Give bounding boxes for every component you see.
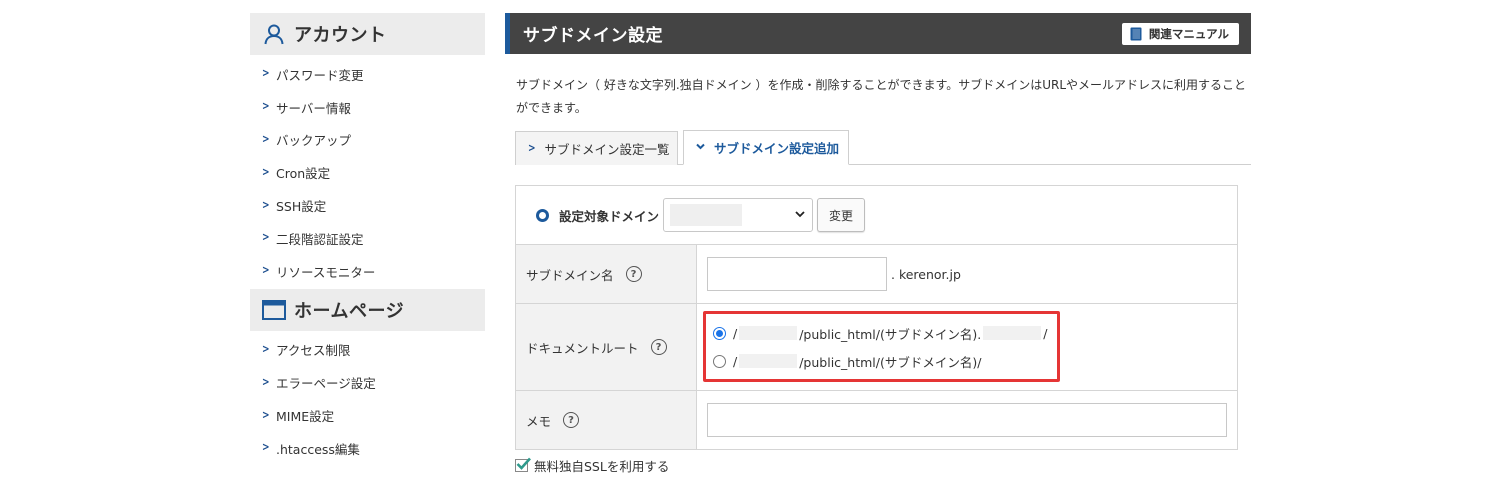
- bullet-icon: [536, 208, 549, 222]
- sidebar-item-label: アクセス制限: [276, 343, 351, 359]
- memo-label: メモ: [526, 413, 552, 429]
- subdomain-row: サブドメイン名 ? . kerenor.jp: [516, 245, 1237, 304]
- sidebar-item-label: エラーページ設定: [276, 376, 376, 392]
- memo-input[interactable]: [707, 403, 1227, 437]
- chevron-down-icon: [795, 208, 805, 218]
- sidebar-item-label: パスワード変更: [276, 67, 364, 83]
- ssl-label: 無料独自SSLを利用する: [534, 459, 670, 474]
- docroot-suffix: /: [1043, 325, 1048, 341]
- account-section-title: アカウント: [294, 25, 387, 46]
- main-content: サブドメイン設定 関連マニュアル サブドメイン（ 好きな文字列.独自ドメイン ）…: [505, 13, 1251, 450]
- chevron-right-icon: >: [262, 343, 270, 357]
- docroot-path: /public_html/(サブドメイン名).: [799, 326, 982, 342]
- sidebar-item-2fa[interactable]: > 二段階認証設定: [250, 222, 485, 255]
- tab-subdomain-list[interactable]: > サブドメイン設定一覧: [515, 131, 678, 165]
- memo-header: メモ ?: [516, 391, 697, 449]
- chevron-right-icon: >: [262, 199, 270, 213]
- domain-suffix: . kerenor.jp: [891, 266, 961, 282]
- docroot-radio-1[interactable]: [713, 326, 726, 340]
- chevron-right-icon: >: [262, 409, 270, 423]
- docroot-option-2[interactable]: / /public_html/(サブドメイン名)/: [713, 347, 981, 375]
- redacted-domain: [670, 204, 743, 226]
- sidebar-item-access-restriction[interactable]: > アクセス制限: [250, 334, 485, 367]
- docroot-prefix: /: [733, 353, 738, 369]
- tab-label: サブドメイン設定一覧: [544, 142, 670, 157]
- chevron-right-icon: >: [262, 100, 270, 114]
- account-section-header: アカウント: [250, 13, 485, 55]
- subdomain-input[interactable]: [707, 257, 887, 291]
- page-title: サブドメイン設定: [523, 26, 663, 46]
- chevron-down-icon: [696, 143, 705, 153]
- book-icon: [1130, 27, 1142, 41]
- sidebar-item-password[interactable]: > パスワード変更: [250, 58, 485, 91]
- chevron-right-icon: >: [262, 166, 270, 180]
- browser-window-icon: [262, 298, 286, 322]
- memo-cell: [697, 391, 1237, 449]
- tab-bar: > サブドメイン設定一覧 サブドメイン設定追加: [515, 130, 1251, 165]
- sidebar-item-mime[interactable]: > MIME設定: [250, 399, 485, 432]
- change-button[interactable]: 変更: [817, 198, 866, 232]
- help-icon[interactable]: ?: [625, 266, 642, 282]
- redacted-username: [739, 354, 798, 368]
- chevron-right-icon: >: [262, 376, 270, 390]
- subdomain-header: サブドメイン名 ?: [516, 245, 697, 303]
- memo-row: メモ ?: [516, 391, 1237, 449]
- docroot-cell: / /public_html/(サブドメイン名). / / /public_ht…: [697, 304, 1237, 390]
- subdomain-cell: . kerenor.jp: [697, 245, 1237, 303]
- redacted-username: [739, 326, 798, 340]
- docroot-radio-2[interactable]: [713, 354, 726, 368]
- sidebar-item-label: SSH設定: [276, 199, 327, 215]
- sidebar-item-ssh[interactable]: > SSH設定: [250, 189, 485, 222]
- sidebar-item-cron[interactable]: > Cron設定: [250, 156, 485, 189]
- chevron-right-icon: >: [262, 133, 270, 147]
- account-nav: > パスワード変更 > サーバー情報 > バックアップ > Cron設定 > SSH設定 …: [250, 55, 485, 288]
- page-header: サブドメイン設定 関連マニュアル: [505, 13, 1251, 54]
- chevron-right-icon: >: [262, 67, 270, 81]
- subdomain-form: 設定対象ドメイン 変更 サブドメイン名 ? . kerenor.jp ドキュメン…: [515, 185, 1238, 450]
- docroot-prefix: /: [733, 325, 738, 341]
- sidebar-item-backup[interactable]: > バックアップ: [250, 124, 485, 157]
- subdomain-label: サブドメイン名: [526, 267, 614, 283]
- target-domain-label: 設定対象ドメイン: [559, 208, 660, 224]
- docroot-header: ドキュメントルート ?: [516, 304, 697, 390]
- sidebar-item-error-page[interactable]: > エラーページ設定: [250, 366, 485, 399]
- check-icon: [516, 457, 531, 470]
- page-description: サブドメイン（ 好きな文字列.独自ドメイン ）を作成・削除することができます。サ…: [516, 78, 1247, 115]
- homepage-nav: > アクセス制限 > エラーページ設定 > MIME設定 > .htaccess編集: [250, 331, 485, 465]
- domain-select[interactable]: [663, 198, 814, 232]
- related-manual-label: 関連マニュアル: [1148, 26, 1229, 41]
- docroot-path: /public_html/(サブドメイン名)/: [799, 354, 982, 370]
- homepage-section-header: ホームページ: [250, 288, 485, 331]
- sidebar-item-server-info[interactable]: > サーバー情報: [250, 91, 485, 124]
- sidebar-item-label: .htaccess編集: [276, 441, 360, 457]
- redacted-domain: [983, 326, 1042, 340]
- user-icon: [262, 22, 286, 46]
- target-domain-row: 設定対象ドメイン 変更: [516, 186, 1237, 245]
- tab-subdomain-add[interactable]: サブドメイン設定追加: [683, 130, 849, 165]
- chevron-right-icon: >: [262, 441, 270, 455]
- chevron-right-icon: >: [528, 142, 536, 155]
- sidebar-item-label: MIME設定: [276, 409, 335, 425]
- sidebar: アカウント > パスワード変更 > サーバー情報 > バックアップ > Cron設定 >…: [250, 13, 485, 477]
- docroot-label: ドキュメントルート: [526, 340, 639, 356]
- sidebar-item-resource-monitor[interactable]: > リソースモニター: [250, 255, 485, 288]
- sidebar-item-label: Cron設定: [276, 166, 331, 182]
- sidebar-item-label: リソースモニター: [276, 264, 376, 280]
- ssl-checkbox[interactable]: [515, 457, 531, 472]
- chevron-right-icon: >: [262, 264, 270, 278]
- sidebar-item-label: サーバー情報: [276, 100, 351, 116]
- homepage-section-title: ホームページ: [294, 300, 405, 322]
- sidebar-item-label: バックアップ: [276, 133, 352, 149]
- help-icon[interactable]: ?: [563, 412, 580, 428]
- ssl-option[interactable]: 無料独自SSLを利用する: [515, 456, 669, 475]
- related-manual-button[interactable]: 関連マニュアル: [1121, 22, 1239, 45]
- sidebar-item-label: 二段階認証設定: [276, 231, 364, 247]
- docroot-option-1[interactable]: / /public_html/(サブドメイン名). /: [713, 319, 1047, 347]
- chevron-right-icon: >: [262, 231, 270, 245]
- docroot-row: ドキュメントルート ? / /public_html/(サブドメイン名). / …: [516, 304, 1237, 391]
- sidebar-item-htaccess[interactable]: > .htaccess編集: [250, 432, 485, 465]
- help-icon[interactable]: ?: [650, 339, 667, 355]
- tab-label: サブドメイン設定追加: [714, 141, 840, 156]
